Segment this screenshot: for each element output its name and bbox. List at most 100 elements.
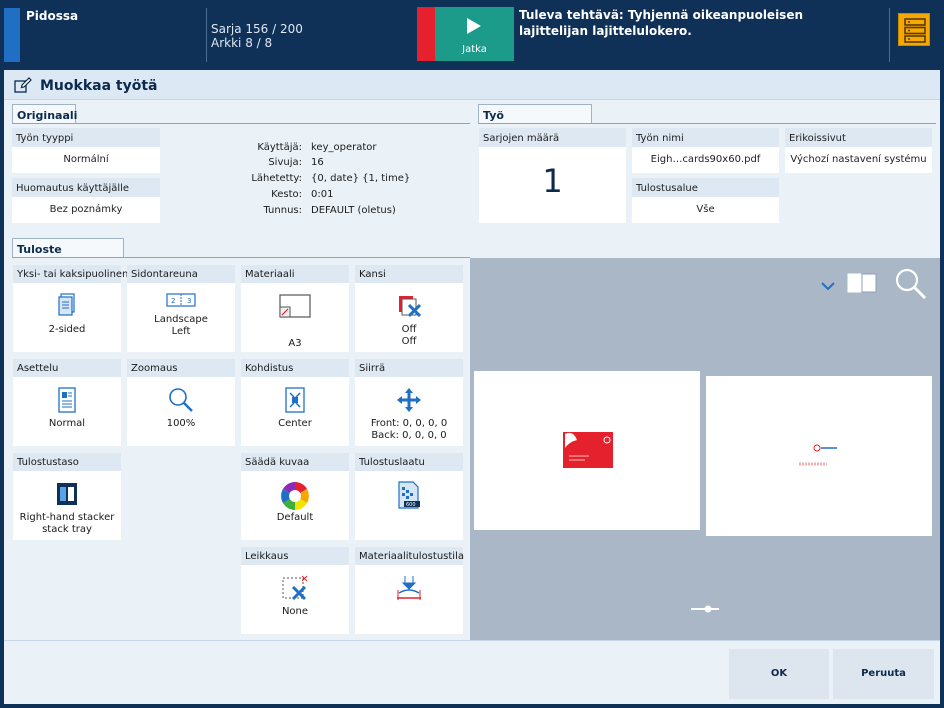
print-quality-tile[interactable]: 600 [355, 471, 463, 540]
print-quality-label: Tulostuslaatu [355, 453, 463, 471]
move-arrows-icon [397, 388, 421, 412]
upcoming-task-message: Tuleva tehtävä: Tyhjennä oikeanpuoleisen… [519, 8, 804, 38]
info-value: DEFAULT (oletus) [311, 205, 396, 216]
status-indicator [4, 8, 20, 62]
media-print-mode-icon [397, 576, 421, 600]
shift-value: Front: 0, 0, 0, 0 Back: 0, 0, 0, 0 [370, 418, 448, 441]
book-view-icon[interactable] [847, 273, 877, 293]
info-value: 16 [311, 157, 324, 168]
shift-tile[interactable]: Front: 0, 0, 0, 0 Back: 0, 0, 0, 0 [355, 377, 463, 446]
job-type-field[interactable]: Normální [12, 147, 160, 173]
server-menu-icon [904, 18, 926, 43]
zoom-tile[interactable]: 100% [127, 377, 235, 446]
svg-text:2: 2 [171, 297, 175, 305]
layout-tile[interactable]: Normal [13, 377, 121, 446]
trim-value: None [281, 606, 309, 617]
sets-count-field[interactable]: 1 [479, 147, 626, 223]
media-label: Materiaali [241, 265, 349, 283]
binding-edge-icon: 23 [166, 293, 196, 307]
alignment-label: Kohdistus [241, 359, 349, 377]
stop-indicator [417, 7, 435, 61]
card-back-image [799, 444, 837, 466]
note-label: Huomautus käyttäjälle [12, 178, 160, 197]
zoom-label: Zoomaus [127, 359, 235, 377]
media-icon [279, 294, 311, 318]
print-range-label: Tulostusalue [632, 178, 779, 197]
sheets-counter: Arkki 8 / 8 [211, 36, 273, 50]
info-key: Käyttäjä: [257, 142, 302, 153]
info-key: Lähetetty: [251, 173, 302, 184]
ok-button[interactable]: OK [729, 649, 829, 699]
svg-text:3: 3 [187, 297, 191, 305]
trim-label: Leikkaus [241, 547, 349, 565]
special-pages-label: Erikoissivut [785, 128, 932, 147]
tab-original: Originaali [12, 104, 77, 124]
binding-tile[interactable]: 23 Landscape Left [127, 283, 235, 352]
zoom-preview-icon[interactable] [895, 268, 927, 300]
window-title: Muokkaa työtä [40, 78, 158, 94]
continue-label: Jatka [462, 44, 487, 55]
special-pages-field[interactable]: Výchozí nastavení systému [785, 147, 932, 173]
preview-page-back [706, 376, 932, 536]
info-key: Sivuja: [268, 157, 302, 168]
note-field[interactable]: Bez poznámky [12, 197, 160, 223]
output-location-value: Right-hand stacker stack tray [19, 512, 115, 535]
duplex-value: 2-sided [48, 324, 86, 335]
cover-icon [399, 296, 422, 318]
image-adjust-value: Default [276, 512, 314, 523]
duplex-label: Yksi- tai kaksipuolinen [13, 265, 128, 283]
layout-label: Asettelu [13, 359, 121, 377]
menu-button[interactable] [898, 13, 930, 46]
binding-label: Sidontareuna [127, 265, 235, 283]
top-status-bar: Pidossa Sarja 156 / 200 Arkki 8 / 8 Jatk… [0, 0, 944, 68]
shift-label: Siirrä [355, 359, 463, 377]
printer-status: Pidossa [26, 9, 79, 23]
job-type-label: Työn tyyppi [12, 128, 160, 147]
play-icon [467, 18, 481, 34]
info-value: {0, date} {1, time} [311, 173, 411, 184]
image-adjust-tile[interactable]: Default [241, 471, 349, 540]
duplex-icon [58, 293, 75, 316]
binding-value: Landscape Left [154, 314, 208, 337]
center-align-icon [285, 387, 305, 413]
trim-icon [282, 575, 308, 601]
tab-output: Tuloste [12, 238, 124, 258]
print-preview [470, 258, 940, 640]
sets-count-value: 1 [542, 162, 563, 200]
print-range-field[interactable]: Vše [632, 197, 779, 223]
tab-job: Työ [478, 104, 592, 124]
continue-button[interactable]: Jatka [435, 7, 514, 61]
progress-counters: Sarja 156 / 200 Arkki 8 / 8 [211, 22, 303, 50]
edit-job-icon [14, 77, 32, 93]
divider [478, 123, 936, 124]
media-print-mode-tile[interactable] [355, 565, 463, 634]
sets-counter: Sarja 156 / 200 [211, 22, 303, 36]
image-adjust-label: Säädä kuvaa [241, 453, 349, 471]
window-titlebar: Muokkaa työtä [4, 70, 940, 100]
media-value: A3 [288, 338, 302, 349]
button-bar: OK Peruuta [4, 640, 940, 704]
job-name-label: Työn nimi [632, 128, 779, 147]
color-wheel-icon [281, 482, 309, 510]
alignment-tile[interactable]: Center [241, 377, 349, 446]
media-tile[interactable]: A3 [241, 283, 349, 352]
output-location-tile[interactable]: Right-hand stacker stack tray [13, 471, 121, 540]
divider [206, 8, 207, 62]
zoom-value: 100% [166, 418, 196, 429]
cancel-button[interactable]: Peruuta [833, 649, 934, 699]
info-value: 0:01 [311, 189, 334, 200]
svg-text:600: 600 [406, 502, 416, 508]
magnifier-icon [169, 388, 193, 412]
layout-value: Normal [48, 418, 86, 429]
trim-tile[interactable]: None [241, 565, 349, 634]
media-print-mode-label: Materiaalitulostustila [355, 547, 464, 565]
divider [889, 8, 890, 62]
pan-slider-icon[interactable] [690, 604, 720, 614]
cover-tile[interactable]: Off Off [355, 283, 463, 352]
preview-page-front [474, 371, 700, 530]
duplex-tile[interactable]: 2-sided [13, 283, 121, 352]
job-name-field[interactable]: Eigh…cards90x60.pdf [632, 147, 779, 173]
info-value: key_operator [311, 142, 377, 153]
chevron-down-icon[interactable] [821, 281, 835, 291]
cover-value: Off Off [401, 324, 417, 347]
